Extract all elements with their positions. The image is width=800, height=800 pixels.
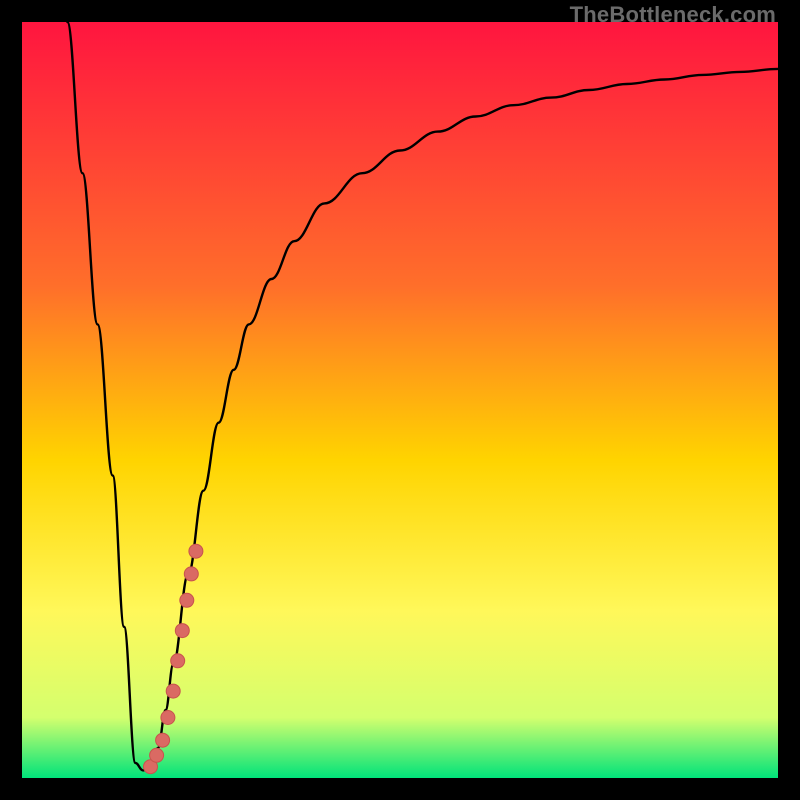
marker-dot bbox=[156, 733, 170, 747]
bottleneck-chart bbox=[22, 22, 778, 778]
marker-dot bbox=[184, 567, 198, 581]
marker-dot bbox=[180, 593, 194, 607]
gradient-background bbox=[22, 22, 778, 778]
marker-dot bbox=[166, 684, 180, 698]
marker-dot bbox=[175, 624, 189, 638]
marker-dot bbox=[189, 544, 203, 558]
watermark-text: TheBottleneck.com bbox=[570, 2, 776, 28]
marker-dot bbox=[150, 748, 164, 762]
marker-dot bbox=[161, 711, 175, 725]
chart-frame: TheBottleneck.com bbox=[0, 0, 800, 800]
marker-dot bbox=[171, 654, 185, 668]
